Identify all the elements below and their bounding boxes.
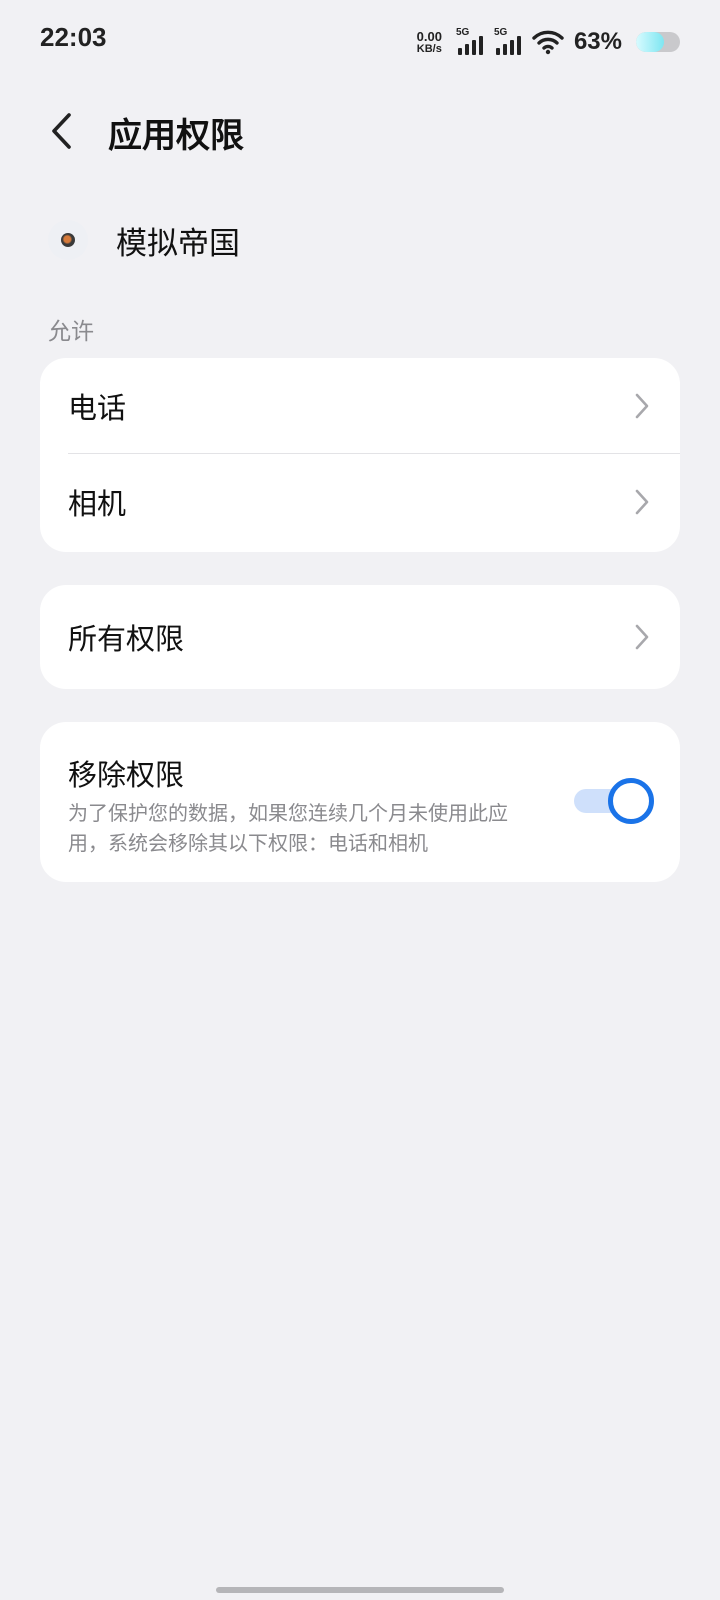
section-label-allowed: 允许	[48, 319, 94, 345]
header: 应用权限	[0, 96, 720, 168]
network-speed: 0.00 KB/s	[417, 30, 442, 55]
allowed-permissions-card: 电话 相机	[40, 358, 680, 552]
toggle-knob	[608, 778, 654, 824]
remove-permissions-description: 为了保护您的数据，如果您连续几个月未使用此应用，系统会移除其以下权限：电话和相机	[68, 801, 508, 855]
permission-label: 电话	[68, 391, 127, 425]
battery-percent: 63%	[573, 28, 622, 55]
status-icons: 0.00 KB/s 5G 5G 63%	[417, 24, 680, 60]
battery-icon	[636, 32, 680, 52]
network-speed-unit: KB/s	[416, 42, 442, 55]
signal-icon: 5G	[494, 27, 524, 57]
chevron-right-icon	[635, 489, 649, 515]
app-info: 模拟帝国	[48, 212, 240, 268]
back-arrow-icon	[52, 113, 71, 149]
status-time: 22:03	[40, 22, 107, 52]
permission-item-phone[interactable]: 电话	[40, 358, 680, 454]
network-speed-value: 0.00	[416, 28, 442, 44]
back-button[interactable]	[36, 106, 86, 156]
signal-icon: 5G	[456, 27, 486, 57]
status-bar: 22:03 0.00 KB/s 5G 5G 63%	[0, 0, 720, 82]
battery-fill	[636, 32, 664, 52]
all-permissions-label: 所有权限	[68, 622, 185, 656]
all-permissions-card[interactable]: 所有权限	[40, 585, 680, 689]
app-icon	[48, 220, 88, 260]
app-name: 模拟帝国	[116, 225, 240, 262]
remove-permissions-card: 移除权限 为了保护您的数据，如果您连续几个月未使用此应用，系统会移除其以下权限：…	[40, 722, 680, 882]
remove-permissions-toggle[interactable]	[574, 778, 654, 824]
home-indicator[interactable]	[216, 1587, 504, 1593]
remove-permissions-title: 移除权限	[68, 758, 185, 792]
permission-label: 相机	[68, 487, 127, 521]
chevron-right-icon	[635, 393, 649, 419]
wifi-icon	[532, 30, 564, 55]
permission-item-camera[interactable]: 相机	[40, 454, 680, 550]
all-permissions-item[interactable]: 所有权限	[40, 585, 680, 689]
chevron-right-icon	[635, 624, 649, 650]
page-title: 应用权限	[108, 116, 244, 156]
